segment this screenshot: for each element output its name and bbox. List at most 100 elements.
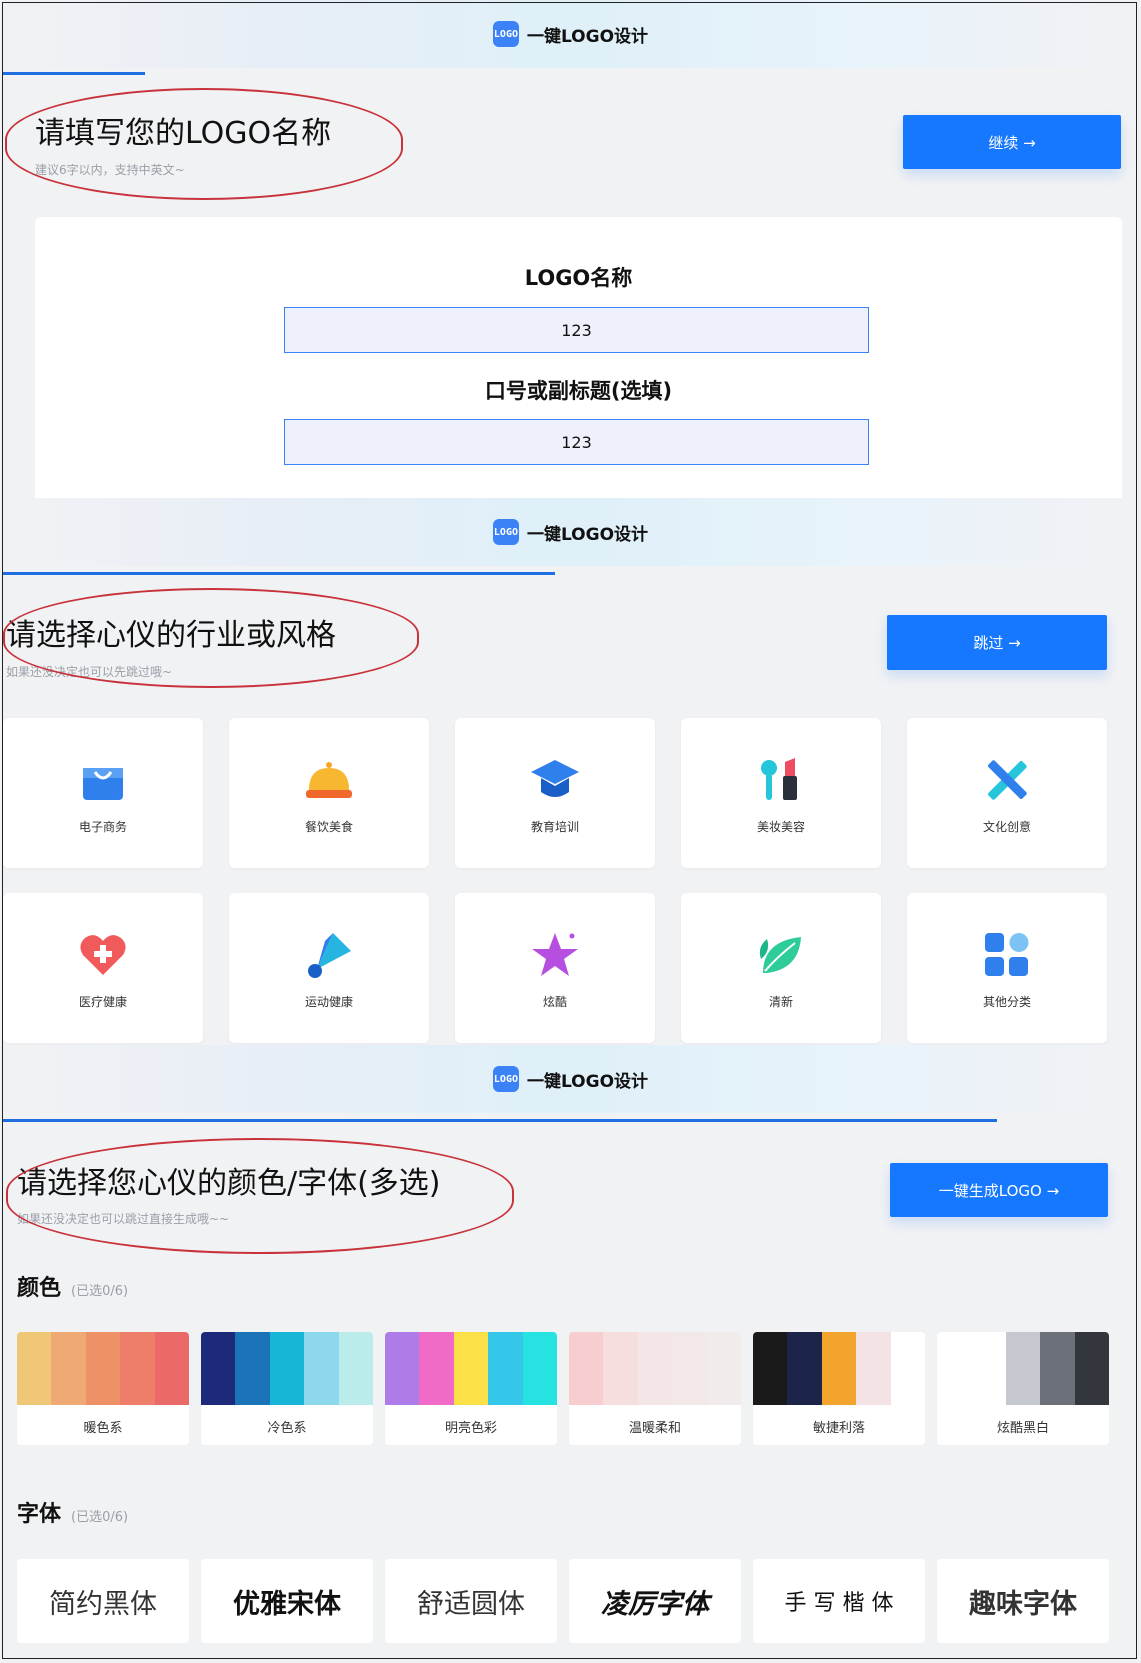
palette-label: 明亮色彩: [444, 1421, 497, 1436]
progress-bar-2: [3, 572, 555, 575]
color-swatch: [890, 1332, 925, 1405]
industry-label: 电子商务: [78, 820, 127, 834]
color-swatch-strip: [385, 1332, 557, 1405]
step2-subtitle: 如果还没决定也可以先跳过哦~: [6, 665, 173, 679]
app-header-3: LOGO 一键LOGO设计: [0, 1045, 1141, 1113]
color-swatch: [488, 1332, 523, 1405]
color-swatch: [235, 1332, 270, 1405]
color-palette-card[interactable]: 炫酷黑白: [937, 1332, 1109, 1445]
logo-app-icon: LOGO: [492, 1066, 519, 1092]
color-swatch: [706, 1332, 741, 1405]
lipstick-icon: [761, 758, 797, 800]
heart-plus-icon: [80, 935, 126, 975]
brand: LOGO 一键LOGO设计: [492, 519, 649, 545]
industry-label: 餐饮美食: [304, 820, 353, 834]
color-swatch-strip: [201, 1332, 373, 1405]
color-palette-card[interactable]: 冷色系: [201, 1332, 373, 1445]
color-swatch-strip: [17, 1332, 189, 1405]
page-subtitle: 建议6字以内，支持中英文~: [35, 163, 185, 177]
industry-tile-medical[interactable]: 医疗健康: [3, 893, 203, 1043]
color-swatch: [971, 1332, 1006, 1405]
industry-tile-education[interactable]: 教育培训: [455, 718, 655, 868]
industry-label: 其他分类: [982, 995, 1031, 1009]
color-swatch: [522, 1332, 557, 1405]
font-count: (已选0/6): [71, 1510, 129, 1525]
industry-tile-cool[interactable]: 炫酷: [455, 893, 655, 1043]
color-swatch: [154, 1332, 189, 1405]
color-swatch: [569, 1332, 604, 1405]
industry-tile-beauty[interactable]: 美妆美容: [681, 718, 881, 868]
grid-apps-icon: [985, 933, 1029, 976]
palette-label: 冷色系: [267, 1421, 307, 1436]
color-swatch: [304, 1332, 339, 1405]
color-swatch: [453, 1332, 489, 1405]
color-heading-label: 颜色: [17, 1276, 62, 1301]
font-option-elegant-song[interactable]: 优雅宋体: [201, 1559, 373, 1643]
font-option-handwritten[interactable]: 手 写 楷 体: [753, 1559, 925, 1643]
color-swatch: [753, 1332, 788, 1405]
brand-name: 一键LOGO设计: [526, 1071, 649, 1092]
color-swatch-strip: [569, 1332, 741, 1405]
color-heading: 颜色 (已选0/6): [17, 1270, 128, 1302]
shopping-bag-icon: [83, 768, 123, 800]
color-count: (已选0/6): [71, 1284, 129, 1299]
color-swatch: [1074, 1332, 1109, 1405]
color-swatch: [821, 1332, 857, 1405]
color-swatch: [51, 1332, 86, 1405]
logo-app-icon: LOGO: [492, 21, 519, 47]
color-swatch: [201, 1332, 236, 1405]
color-swatch: [937, 1332, 972, 1405]
color-swatch: [856, 1332, 891, 1405]
font-option-sharp[interactable]: 凌厉字体: [569, 1559, 741, 1643]
brand-name: 一键LOGO设计: [526, 524, 649, 545]
generate-logo-button[interactable]: 一键生成LOGO →: [890, 1163, 1108, 1217]
color-swatch: [120, 1332, 155, 1405]
step3-subtitle: 如果还没决定也可以跳过直接生成哦~~: [17, 1212, 230, 1226]
app-header: LOGO 一键LOGO设计: [0, 0, 1141, 68]
industry-label: 医疗健康: [78, 995, 127, 1009]
industry-tile-ecommerce[interactable]: 电子商务: [3, 718, 203, 868]
brand: LOGO 一键LOGO设计: [492, 21, 649, 47]
color-palette-card[interactable]: 敏捷利落: [753, 1332, 925, 1445]
color-swatch: [85, 1332, 121, 1405]
color-swatch: [17, 1332, 52, 1405]
color-palette-card[interactable]: 暖色系: [17, 1332, 189, 1445]
industry-label: 美妆美容: [756, 820, 805, 834]
color-swatch: [787, 1332, 822, 1405]
food-cloche-icon: [306, 762, 352, 798]
brand-name: 一键LOGO设计: [526, 26, 649, 47]
continue-button[interactable]: 继续 →: [903, 115, 1121, 169]
font-option-simple-black[interactable]: 简约黑体: [17, 1559, 189, 1643]
font-option-fun[interactable]: 趣味字体: [937, 1559, 1109, 1643]
skip-button[interactable]: 跳过 →: [887, 615, 1107, 670]
brand: LOGO 一键LOGO设计: [492, 1066, 649, 1092]
industry-tile-culture[interactable]: 文化创意: [907, 718, 1107, 868]
pencil-ruler-icon: [988, 760, 1027, 800]
color-swatch: [1005, 1332, 1041, 1405]
progress-bar: [3, 72, 145, 75]
industry-label: 清新: [768, 995, 793, 1009]
palette-label: 温暖柔和: [628, 1421, 681, 1436]
industry-label: 文化创意: [982, 820, 1031, 834]
logo-name-label: LOGO名称: [524, 266, 633, 290]
slogan-input[interactable]: [284, 419, 869, 465]
slogan-label: 口号或副标题(选填): [484, 379, 673, 403]
leaf-icon: [759, 937, 801, 973]
color-swatch-strip: [753, 1332, 925, 1405]
color-swatch: [637, 1332, 673, 1405]
color-swatch: [1040, 1332, 1075, 1405]
industry-tile-fresh[interactable]: 清新: [681, 893, 881, 1043]
font-option-comfort-round[interactable]: 舒适圆体: [385, 1559, 557, 1643]
progress-bar-3: [3, 1119, 997, 1122]
industry-tile-food[interactable]: 餐饮美食: [229, 718, 429, 868]
color-palette-card[interactable]: 温暖柔和: [569, 1332, 741, 1445]
color-palette-card[interactable]: 明亮色彩: [385, 1332, 557, 1445]
logo-name-form: LOGO名称 口号或副标题(选填): [35, 217, 1122, 517]
industry-tile-other[interactable]: 其他分类: [907, 893, 1107, 1043]
color-swatch: [672, 1332, 707, 1405]
logo-name-input[interactable]: [284, 307, 869, 353]
industry-tile-sports[interactable]: 运动健康: [229, 893, 429, 1043]
color-swatch: [338, 1332, 373, 1405]
industry-label: 炫酷: [542, 995, 567, 1009]
step2-title: 请选择心仪的行业或风格: [6, 618, 336, 653]
